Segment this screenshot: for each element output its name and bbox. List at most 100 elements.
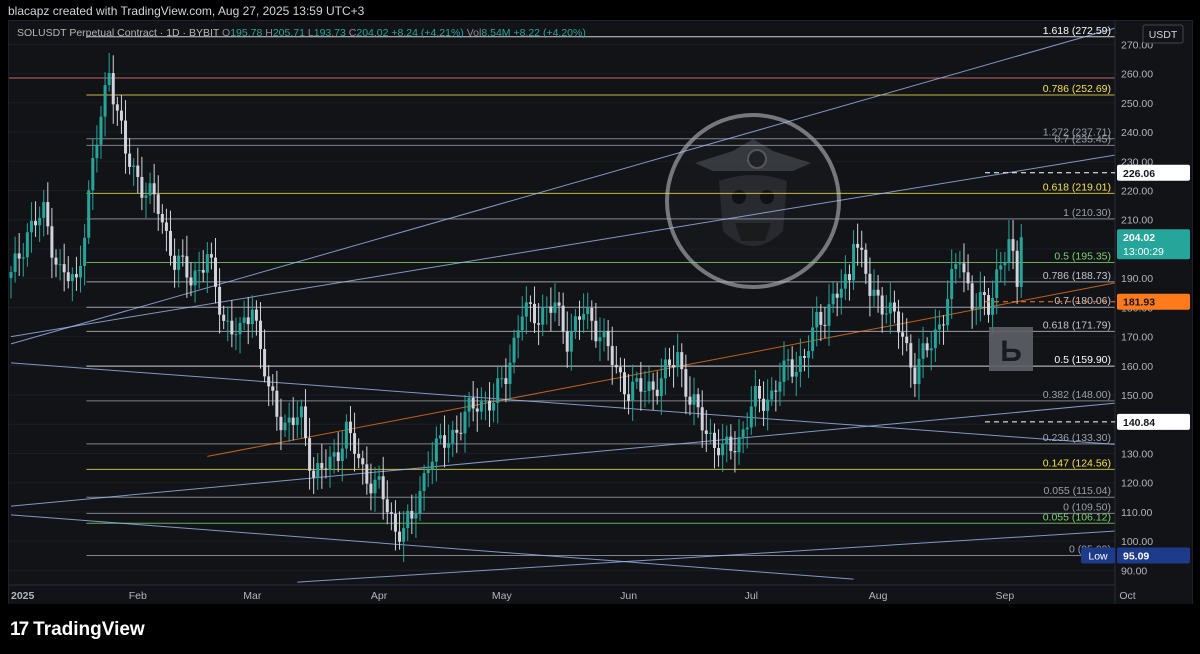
candle-body: [839, 288, 843, 298]
candle-body: [897, 311, 901, 333]
candle-body: [447, 443, 451, 448]
candle-body: [201, 270, 205, 273]
price-tag-value: 226.06: [1123, 168, 1155, 180]
candle-body: [25, 232, 29, 258]
candle-body: [385, 499, 389, 513]
candle-body: [565, 331, 569, 352]
candle-body: [667, 359, 671, 366]
candle-body: [443, 435, 447, 448]
fib-level-label: 0.236 (133.30): [1043, 432, 1111, 444]
fib-level-label: 0.147 (124.56): [1043, 457, 1111, 469]
candle-body: [299, 406, 303, 418]
candle-body: [492, 402, 496, 411]
candle-body: [426, 469, 430, 474]
candle-body: [156, 194, 160, 214]
candle-body: [488, 400, 492, 411]
tradingview-logo[interactable]: 17 TradingView: [10, 619, 145, 641]
candle-body: [214, 257, 217, 287]
candle-body: [819, 311, 823, 325]
candle-body: [410, 510, 414, 519]
candle-body: [34, 220, 38, 226]
candle-body: [684, 369, 688, 397]
candle-body: [712, 432, 716, 448]
candle-body: [91, 158, 95, 191]
price-tick-label: 220.00: [1121, 185, 1153, 197]
candle-body: [402, 528, 406, 542]
candle-body: [152, 183, 156, 195]
candle-body: [811, 327, 815, 352]
candle-body: [119, 110, 123, 121]
candle-body: [790, 359, 794, 377]
time-axis-label: May: [492, 590, 513, 602]
tb-badge-text: Ь: [1000, 335, 1022, 368]
time-axis-label: Feb: [129, 590, 147, 602]
candle-body: [708, 432, 712, 434]
candle-body: [831, 293, 835, 305]
candle-body: [982, 292, 986, 295]
candle-body: [312, 470, 316, 478]
candle-body: [537, 323, 541, 325]
close-value: 204.02: [356, 27, 389, 39]
candle-body: [614, 364, 618, 368]
candle-body: [802, 356, 806, 358]
price-tick-label: 170.00: [1121, 332, 1153, 344]
candle-body: [635, 378, 639, 382]
candle-body: [353, 433, 357, 454]
candle-body: [250, 309, 254, 325]
candle-body: [610, 346, 614, 365]
candle-body: [778, 381, 782, 392]
candle-body: [970, 283, 974, 310]
candle-body: [586, 308, 590, 314]
currency-label: USDT: [1142, 24, 1184, 44]
price-tag-value: 204.02: [1123, 232, 1155, 244]
candle-body: [978, 292, 982, 309]
candle-body: [692, 394, 696, 405]
candle-body: [590, 308, 594, 321]
candle-body: [340, 448, 344, 461]
volume-label: Vol: [466, 27, 482, 39]
candle-body: [177, 255, 181, 270]
candle-body: [17, 253, 21, 259]
candle-body: [680, 352, 684, 370]
candle-body: [991, 297, 995, 315]
candle-body: [483, 400, 487, 402]
candle-body: [62, 264, 66, 273]
candle-body: [496, 378, 500, 403]
fib-level-label: 0.055 (115.04): [1043, 485, 1111, 497]
open-value: 195.78: [230, 27, 263, 39]
candle-body: [287, 417, 291, 423]
candle-body: [696, 394, 700, 408]
chart-panel[interactable]: 1.618 (272.59) 0.786 (252.69) 1.272 (237.7…: [8, 20, 1193, 606]
price-chart[interactable]: 1.618 (272.59)0.786 (252.69)1.272 (237.7…: [9, 21, 1192, 605]
candle-body: [234, 334, 238, 336]
candle-body: [169, 230, 173, 256]
candle-body: [864, 249, 868, 274]
candle-body: [729, 436, 733, 452]
candle-body: [418, 490, 422, 515]
candle-body: [279, 416, 283, 431]
candle-body: [83, 237, 87, 266]
candle-body: [344, 421, 348, 449]
candle-body: [892, 302, 896, 312]
candle-body: [54, 257, 58, 265]
fib-level-label: 1.618 (272.59): [1043, 25, 1111, 37]
candle-body: [185, 256, 189, 278]
candle-body: [631, 381, 635, 401]
candle-body: [757, 385, 761, 399]
candle-body: [623, 372, 626, 395]
candle-body: [966, 272, 970, 284]
price-tag-countdown: 13:00:29: [1123, 246, 1164, 258]
candle-body: [9, 272, 13, 278]
candle-body: [672, 365, 676, 368]
candle-body: [275, 390, 279, 417]
candle-body: [807, 351, 811, 358]
candle-body: [42, 202, 46, 218]
candle-body: [651, 381, 655, 390]
price-tick-label: 160.00: [1121, 361, 1153, 373]
time-axis-label: Aug: [869, 590, 888, 602]
candle-body: [921, 343, 925, 359]
candle-body: [770, 390, 774, 400]
candle-body: [451, 429, 455, 444]
candle-body: [704, 430, 708, 434]
candle-body: [549, 306, 553, 313]
